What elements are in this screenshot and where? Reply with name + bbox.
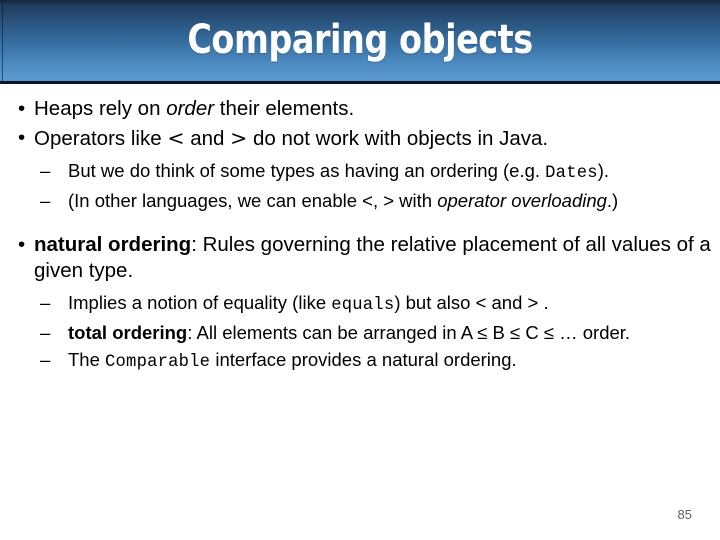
code-token-comparable: Comparable (105, 353, 211, 372)
less-than-operator: < (167, 126, 185, 150)
code-token-equals: equals (331, 296, 395, 315)
bullet-text-segment: do not work with objects in Java. (247, 127, 549, 150)
page-number: 85 (677, 507, 692, 522)
bullet-emphasis-order: order (166, 97, 215, 120)
bullet-text-segment: their elements. (214, 97, 355, 120)
sub-bullet-item-comparable: – The Comparable interface provides a na… (0, 347, 720, 375)
dash-marker-icon: – (40, 322, 51, 343)
bullet-marker-icon: • (18, 97, 26, 120)
bullet-marker-icon: • (18, 233, 26, 256)
sub-bullet-text-segment: The (68, 349, 106, 370)
sub-bullet-text-segment: .) (606, 190, 619, 211)
bullet-item-natural-ordering: • natural ordering: Rules governing the … (0, 232, 720, 284)
sub-bullet-emphasis-operator-overloading: operator overloading (437, 190, 607, 211)
sub-bullet-item-total-ordering: – total ordering: All elements can be ar… (0, 320, 720, 345)
bullet-marker-icon: • (18, 126, 26, 149)
dash-marker-icon: – (40, 160, 51, 181)
sub-bullet-text-segment: Implies a notion of equality (like (68, 292, 332, 313)
sub-bullet-item-operator-overloading: – (In other languages, we can enable <, … (0, 188, 720, 213)
greater-than-operator: > (230, 126, 248, 150)
bullet-text-segment: Operators like (34, 127, 168, 150)
slide: Comparing objects • Heaps rely on order … (0, 0, 720, 540)
bullet-text-segment: Heaps rely on (34, 97, 167, 120)
dash-marker-icon: – (40, 190, 51, 211)
sub-bullet-text-segment: : All elements can be arranged in A ≤ B … (187, 322, 631, 343)
sub-bullet-text-segment: ). (597, 160, 610, 181)
slide-body: • Heaps rely on order their elements. • … (0, 96, 720, 375)
bullet-item-operators-java: • Operators like < and > do not work wit… (0, 125, 720, 152)
sub-bullet-item-dates-ordering: – But we do think of some types as havin… (0, 158, 720, 186)
sub-bullet-text-segment: ) but also < and > . (394, 292, 549, 313)
sub-bullet-text-segment: (In other languages, we can enable <, > … (68, 190, 438, 211)
dash-marker-icon: – (40, 349, 51, 370)
bullet-text-segment: and (184, 127, 231, 150)
term-total-ordering: total ordering (68, 322, 188, 343)
dash-marker-icon: – (40, 292, 51, 313)
sub-bullet-text-segment: interface provides a natural ordering. (210, 349, 517, 370)
term-natural-ordering: natural ordering (34, 233, 192, 256)
sub-bullet-text-segment: But we do think of some types as having … (68, 160, 546, 181)
page-title: Comparing objects (187, 17, 533, 63)
sub-bullet-item-equals: – Implies a notion of equality (like equ… (0, 290, 720, 318)
code-token-dates: Dates (545, 164, 598, 183)
bullet-item-heaps-order: • Heaps rely on order their elements. (0, 96, 720, 122)
slide-title-banner: Comparing objects (0, 0, 720, 84)
